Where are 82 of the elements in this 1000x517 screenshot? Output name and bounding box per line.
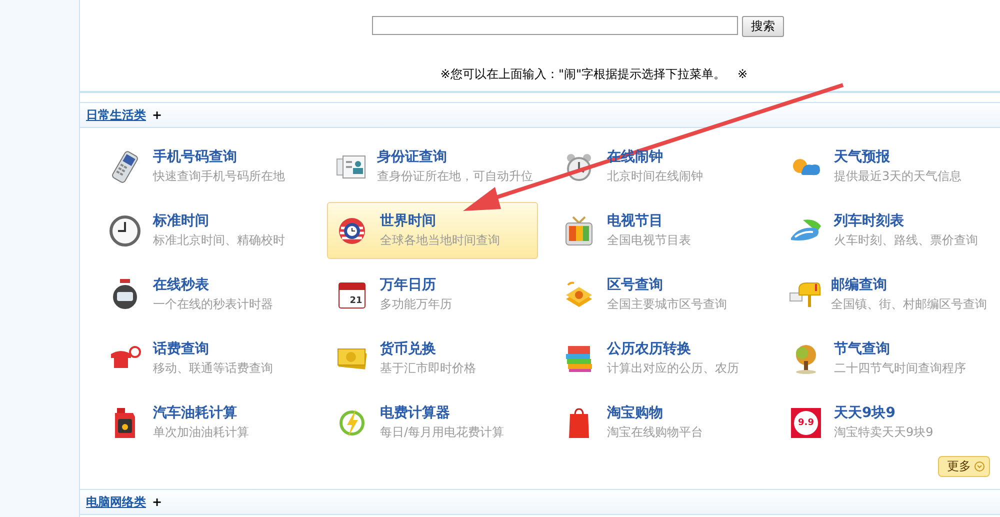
hint-text: ※您可以在上面输入："闹"字根据提示选择下拉菜单。 ※	[439, 66, 749, 83]
tool-item[interactable]: 手机号码查询 快速查询手机号码所在地	[100, 138, 311, 195]
tool-description: 北京时间在线闹钟	[607, 168, 703, 185]
tool-description: 提供最近3天的天气信息	[834, 168, 962, 185]
tool-title: 标准时间	[153, 212, 210, 230]
tool-title: 区号查询	[607, 276, 664, 294]
tool-description: 计算出对应的公历、农历	[607, 360, 739, 377]
more-button[interactable]: 更多	[938, 456, 990, 477]
tool-title: 天气预报	[834, 148, 891, 166]
tool-item[interactable]: 天气预报 提供最近3天的天气信息	[781, 138, 992, 195]
tool-title: 在线秒表	[153, 276, 210, 294]
tool-description: 查身份证所在地，可自动升位	[377, 168, 533, 185]
tool-item[interactable]: 在线秒表 一个在线的秒表计时器	[100, 266, 311, 323]
tool-item[interactable]: 电费计算器 每日/每月用电花费计算	[327, 394, 538, 451]
chevron-down-icon	[974, 461, 985, 472]
tool-title: 汽车油耗计算	[153, 404, 238, 422]
tool-title: 身份证查询	[377, 148, 448, 166]
tool-description: 全球各地当地时间查询	[380, 232, 500, 249]
tool-description: 每日/每月用电花费计算	[380, 424, 504, 441]
tool-item[interactable]: 世界时间 全球各地当地时间查询	[327, 202, 538, 259]
tool-description: 二十四节气时间查询程序	[834, 360, 966, 377]
tool-description: 淘宝特卖天天9块9	[834, 424, 934, 441]
tool-description: 淘宝在线购物平台	[607, 424, 703, 441]
tool-item[interactable]: 标准时间 标准北京时间、精确校时	[100, 202, 311, 259]
clock-icon	[109, 214, 141, 246]
tool-title: 公历农历转换	[607, 340, 692, 358]
tool-title: 手机号码查询	[153, 148, 238, 166]
calendar-pages-icon	[564, 344, 594, 374]
tool-item[interactable]: 电视节目 全国电视节目表	[554, 202, 765, 259]
flag-clock-icon	[337, 216, 367, 246]
expand-toggle[interactable]: +	[152, 495, 162, 509]
tool-item[interactable]: 区号查询 全国主要城市区号查询	[554, 266, 765, 323]
tool-item[interactable]: 列车时刻表 火车时刻、路线、票价查询	[781, 202, 992, 259]
tool-item[interactable]: 9.9 天天9块9 淘宝特卖天天9块9	[781, 394, 992, 451]
stopwatch-icon	[111, 278, 139, 310]
alarm-clock-icon	[565, 152, 593, 182]
tool-title: 万年日历	[380, 276, 437, 294]
tool-item[interactable]: 淘宝购物 淘宝在线购物平台	[554, 394, 765, 451]
search-field[interactable]	[372, 16, 738, 35]
oil-can-icon	[113, 406, 137, 438]
tool-item[interactable]: 节气查询 二十四节气时间查询程序	[781, 330, 992, 387]
tool-item[interactable]: 邮编查询 全国镇、街、村邮编区号查询	[781, 266, 992, 323]
tool-title: 天天9块9	[834, 404, 896, 422]
tool-title: 淘宝购物	[607, 404, 664, 422]
tool-description: 基于汇市即时价格	[380, 360, 476, 377]
tool-title: 节气查询	[834, 340, 891, 358]
tool-description: 标准北京时间、精确校时	[153, 232, 285, 249]
price-badge-icon: 9.9	[791, 408, 821, 438]
tool-item[interactable]: 身份证查询 查身份证所在地，可自动升位	[327, 138, 538, 195]
tool-item[interactable]: 汽车油耗计算 单次加油油耗计算	[100, 394, 311, 451]
tool-title: 列车时刻表	[834, 212, 905, 230]
tool-title: 世界时间	[380, 212, 437, 230]
tool-title: 电视节目	[607, 212, 664, 230]
tool-title: 邮编查询	[831, 276, 888, 294]
television-icon	[564, 214, 594, 246]
tool-description: 火车时刻、路线、票价查询	[834, 232, 978, 249]
tool-title: 话费查询	[153, 340, 210, 358]
tool-description: 快速查询手机号码所在地	[153, 168, 285, 185]
id-card-icon	[336, 152, 366, 180]
calendar-icon: 21	[338, 280, 366, 308]
tool-item[interactable]: 货币兑换 基于汇市即时价格	[327, 330, 538, 387]
section-title-link[interactable]: 电脑网络类	[86, 494, 146, 510]
mailbox-icon	[788, 280, 820, 308]
tool-description: 移动、联通等话费查询	[153, 360, 273, 377]
tool-description: 全国电视节目表	[607, 232, 691, 249]
tool-description: 多功能万年历	[380, 296, 452, 313]
expand-toggle[interactable]: +	[152, 108, 162, 122]
tool-description: 全国镇、街、村邮编区号查询	[831, 296, 987, 313]
tool-title: 电费计算器	[380, 404, 451, 422]
tool-title: 货币兑换	[380, 340, 437, 358]
tool-item[interactable]: 话费查询 移动、联通等话费查询	[100, 330, 311, 387]
high-speed-train-icon	[789, 218, 823, 244]
tool-description: 全国主要城市区号查询	[607, 296, 727, 313]
tool-item[interactable]: 21 万年日历 多功能万年历	[327, 266, 538, 323]
tool-description: 单次加油油耗计算	[153, 424, 249, 441]
banknotes-icon	[336, 346, 368, 372]
shopping-bag-icon	[567, 406, 591, 438]
section-title-link[interactable]: 日常生活类	[86, 106, 146, 124]
tool-description: 一个在线的秒表计时器	[153, 296, 273, 313]
search-button[interactable]: 搜索	[742, 16, 784, 37]
tool-item[interactable]: 公历农历转换 计算出对应的公历、农历	[554, 330, 765, 387]
lightning-bolt-icon	[338, 406, 366, 438]
